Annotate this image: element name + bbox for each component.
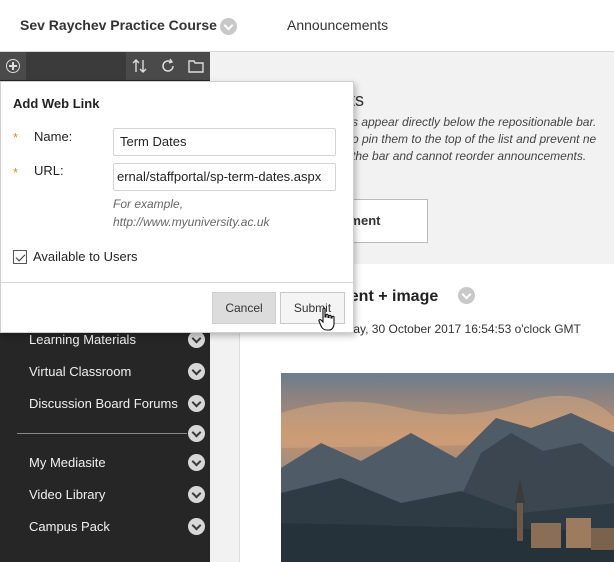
required-star-icon: * bbox=[13, 130, 19, 145]
course-title[interactable]: Sev Raychev Practice Course bbox=[20, 17, 217, 33]
chevron-down-icon[interactable] bbox=[188, 363, 205, 380]
help-text: s appear directly below the repositionab… bbox=[352, 114, 614, 165]
chevron-down-icon[interactable] bbox=[188, 425, 205, 442]
chevron-down-icon[interactable] bbox=[188, 454, 205, 471]
sidebar-item-label: Discussion Board Forums bbox=[29, 396, 178, 411]
url-hint-example: http://www.myuniversity.ac.uk bbox=[113, 215, 270, 229]
url-hint-line: For example, bbox=[113, 197, 184, 211]
cancel-button[interactable]: Cancel bbox=[212, 292, 276, 324]
sidebar-item-discussion-board[interactable]: Discussion Board Forums bbox=[29, 392, 209, 416]
refresh-icon[interactable] bbox=[159, 57, 177, 75]
sidebar-toolbar bbox=[0, 52, 210, 80]
dialog-footer-divider bbox=[1, 282, 353, 283]
hand-cursor-icon bbox=[318, 307, 335, 331]
chevron-down-icon[interactable] bbox=[188, 395, 205, 412]
help-line: o pin them to the top of the list and pr… bbox=[352, 132, 597, 146]
announcement-options-chevron-icon[interactable] bbox=[458, 287, 475, 304]
folder-icon[interactable] bbox=[187, 57, 205, 75]
course-menu-chevron-icon[interactable] bbox=[220, 18, 237, 35]
sidebar-item-label: My Mediasite bbox=[29, 455, 106, 470]
name-input[interactable]: Term Dates bbox=[113, 128, 336, 156]
chevron-down-icon[interactable] bbox=[188, 486, 205, 503]
add-web-link-dialog: Add Web Link * Name: Term Dates * URL: e… bbox=[0, 81, 354, 333]
announcement-title: nent + image bbox=[340, 288, 439, 305]
sidebar-item-video-library[interactable]: Video Library bbox=[29, 483, 209, 507]
help-line: the bar and cannot reorder announcements… bbox=[352, 149, 587, 163]
add-icon bbox=[6, 59, 20, 73]
sidebar-item-label: Virtual Classroom bbox=[29, 364, 132, 379]
sidebar-item-my-mediasite[interactable]: My Mediasite bbox=[29, 451, 209, 475]
sidebar-item-virtual-classroom[interactable]: Virtual Classroom bbox=[29, 360, 209, 384]
add-menu-item-button[interactable] bbox=[0, 52, 26, 80]
sidebar-item-campus-pack[interactable]: Campus Pack bbox=[29, 515, 209, 539]
available-to-users-label[interactable]: Available to Users bbox=[33, 249, 138, 264]
chevron-down-icon[interactable] bbox=[188, 331, 205, 348]
name-label: Name: bbox=[34, 129, 73, 144]
url-hint: For example, http://www.myuniversity.ac.… bbox=[113, 195, 270, 231]
announcement-image bbox=[281, 373, 614, 562]
announcement-posted-date: nday, 30 October 2017 16:54:53 o'clock G… bbox=[340, 322, 581, 336]
url-label: URL: bbox=[34, 163, 64, 178]
dialog-title: Add Web Link bbox=[13, 96, 100, 111]
help-line: s appear directly below the repositionab… bbox=[352, 115, 597, 129]
chevron-down-icon[interactable] bbox=[188, 518, 205, 535]
available-to-users-checkbox[interactable] bbox=[13, 250, 27, 264]
sidebar-divider bbox=[17, 433, 187, 434]
required-star-icon: * bbox=[13, 165, 19, 180]
top-bar: Sev Raychev Practice Course Announcement… bbox=[0, 0, 614, 52]
sidebar-item-label: Campus Pack bbox=[29, 519, 110, 534]
url-input[interactable]: ernal/staffportal/sp-term-dates.aspx bbox=[113, 163, 336, 191]
sidebar-item-label: Video Library bbox=[29, 487, 106, 502]
reorder-icon[interactable] bbox=[131, 57, 149, 75]
sidebar-item-label: Learning Materials bbox=[29, 332, 136, 347]
breadcrumb-announcements[interactable]: Announcements bbox=[287, 17, 388, 33]
